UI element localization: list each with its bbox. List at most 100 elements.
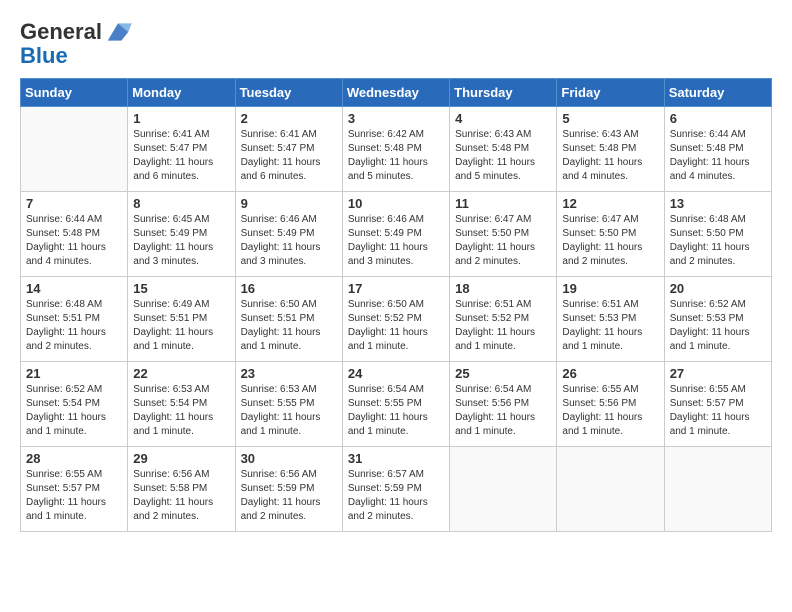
day-number: 20 (670, 281, 766, 296)
weekday-header-friday: Friday (557, 79, 664, 107)
day-number: 29 (133, 451, 229, 466)
week-row-3: 14 Sunrise: 6:48 AM Sunset: 5:51 PM Dayli… (21, 277, 772, 362)
day-info: Sunrise: 6:41 AM Sunset: 5:47 PM Dayligh… (133, 128, 229, 184)
calendar-cell: 5Sunrise: 6:43 AM Sunset: 5:48 PM Daylig… (557, 107, 664, 192)
calendar-cell: 9 Sunrise: 6:46 AM Sunset: 5:49 PM Daylig… (235, 192, 342, 277)
day-info: Sunrise: 6:43 AM Sunset: 5:48 PM Dayligh… (562, 128, 658, 184)
calendar-cell: 19 Sunrise: 6:51 AM Sunset: 5:53 PM Dayli… (557, 277, 664, 362)
day-number: 30 (241, 451, 337, 466)
day-number: 19 (562, 281, 658, 296)
day-info: Sunrise: 6:53 AM Sunset: 5:55 PM Dayligh… (241, 383, 337, 439)
weekday-header-monday: Monday (128, 79, 235, 107)
calendar-cell: 6 Sunrise: 6:44 AM Sunset: 5:48 PM Daylig… (664, 107, 771, 192)
weekday-header-row: SundayMondayTuesdayWednesdayThursdayFrid… (21, 79, 772, 107)
day-number: 16 (241, 281, 337, 296)
weekday-header-tuesday: Tuesday (235, 79, 342, 107)
day-number: 3 (348, 111, 444, 126)
calendar-table: SundayMondayTuesdayWednesdayThursdayFrid… (20, 78, 772, 532)
calendar-cell: 21 Sunrise: 6:52 AM Sunset: 5:54 PM Dayli… (21, 362, 128, 447)
calendar-cell: 26 Sunrise: 6:55 AM Sunset: 5:56 PM Dayli… (557, 362, 664, 447)
calendar-cell: 23 Sunrise: 6:53 AM Sunset: 5:55 PM Dayli… (235, 362, 342, 447)
calendar-cell (450, 447, 557, 532)
day-info: Sunrise: 6:41 AM Sunset: 5:47 PM Dayligh… (241, 128, 337, 184)
day-info: Sunrise: 6:55 AM Sunset: 5:56 PM Dayligh… (562, 383, 658, 439)
day-info: Sunrise: 6:52 AM Sunset: 5:53 PM Dayligh… (670, 298, 766, 354)
day-info: Sunrise: 6:46 AM Sunset: 5:49 PM Dayligh… (348, 213, 444, 269)
day-number: 24 (348, 366, 444, 381)
page-header: General Blue (20, 20, 772, 68)
calendar-cell: 1 Sunrise: 6:41 AM Sunset: 5:47 PM Daylig… (128, 107, 235, 192)
day-info: Sunrise: 6:42 AM Sunset: 5:48 PM Dayligh… (348, 128, 444, 184)
weekday-header-saturday: Saturday (664, 79, 771, 107)
day-info: Sunrise: 6:48 AM Sunset: 5:51 PM Dayligh… (26, 298, 122, 354)
day-info: Sunrise: 6:55 AM Sunset: 5:57 PM Dayligh… (26, 468, 122, 524)
day-number: 6 (670, 111, 766, 126)
day-number: 11 (455, 196, 551, 211)
day-info: Sunrise: 6:46 AM Sunset: 5:49 PM Dayligh… (241, 213, 337, 269)
calendar-cell: 2 Sunrise: 6:41 AM Sunset: 5:47 PM Daylig… (235, 107, 342, 192)
day-info: Sunrise: 6:43 AM Sunset: 5:48 PM Dayligh… (455, 128, 551, 184)
week-row-2: 7Sunrise: 6:44 AM Sunset: 5:48 PM Daylig… (21, 192, 772, 277)
day-number: 4 (455, 111, 551, 126)
day-number: 31 (348, 451, 444, 466)
calendar-cell: 7Sunrise: 6:44 AM Sunset: 5:48 PM Daylig… (21, 192, 128, 277)
calendar-cell: 3 Sunrise: 6:42 AM Sunset: 5:48 PM Daylig… (342, 107, 449, 192)
day-number: 13 (670, 196, 766, 211)
calendar-cell (557, 447, 664, 532)
logo: General Blue (20, 20, 132, 68)
calendar-cell: 25 Sunrise: 6:54 AM Sunset: 5:56 PM Dayli… (450, 362, 557, 447)
calendar-cell: 4 Sunrise: 6:43 AM Sunset: 5:48 PM Daylig… (450, 107, 557, 192)
logo-general: General (20, 20, 102, 44)
day-number: 10 (348, 196, 444, 211)
week-row-1: 1 Sunrise: 6:41 AM Sunset: 5:47 PM Daylig… (21, 107, 772, 192)
day-info: Sunrise: 6:48 AM Sunset: 5:50 PM Dayligh… (670, 213, 766, 269)
calendar-cell: 30Sunrise: 6:56 AM Sunset: 5:59 PM Dayli… (235, 447, 342, 532)
day-info: Sunrise: 6:51 AM Sunset: 5:53 PM Dayligh… (562, 298, 658, 354)
weekday-header-thursday: Thursday (450, 79, 557, 107)
day-info: Sunrise: 6:49 AM Sunset: 5:51 PM Dayligh… (133, 298, 229, 354)
day-number: 21 (26, 366, 122, 381)
day-number: 27 (670, 366, 766, 381)
day-info: Sunrise: 6:57 AM Sunset: 5:59 PM Dayligh… (348, 468, 444, 524)
day-number: 25 (455, 366, 551, 381)
day-number: 8 (133, 196, 229, 211)
calendar-cell: 12Sunrise: 6:47 AM Sunset: 5:50 PM Dayli… (557, 192, 664, 277)
calendar-cell: 14 Sunrise: 6:48 AM Sunset: 5:51 PM Dayli… (21, 277, 128, 362)
weekday-header-wednesday: Wednesday (342, 79, 449, 107)
day-info: Sunrise: 6:47 AM Sunset: 5:50 PM Dayligh… (562, 213, 658, 269)
calendar-cell: 31 Sunrise: 6:57 AM Sunset: 5:59 PM Dayli… (342, 447, 449, 532)
calendar-cell: 16 Sunrise: 6:50 AM Sunset: 5:51 PM Dayli… (235, 277, 342, 362)
day-number: 23 (241, 366, 337, 381)
calendar-cell: 29 Sunrise: 6:56 AM Sunset: 5:58 PM Dayli… (128, 447, 235, 532)
calendar-body: 1 Sunrise: 6:41 AM Sunset: 5:47 PM Daylig… (21, 107, 772, 532)
day-info: Sunrise: 6:50 AM Sunset: 5:51 PM Dayligh… (241, 298, 337, 354)
day-info: Sunrise: 6:51 AM Sunset: 5:52 PM Dayligh… (455, 298, 551, 354)
calendar-cell: 10 Sunrise: 6:46 AM Sunset: 5:49 PM Dayli… (342, 192, 449, 277)
day-info: Sunrise: 6:45 AM Sunset: 5:49 PM Dayligh… (133, 213, 229, 269)
calendar-cell: 28 Sunrise: 6:55 AM Sunset: 5:57 PM Dayli… (21, 447, 128, 532)
day-info: Sunrise: 6:54 AM Sunset: 5:55 PM Dayligh… (348, 383, 444, 439)
day-info: Sunrise: 6:56 AM Sunset: 5:58 PM Dayligh… (133, 468, 229, 524)
day-number: 1 (133, 111, 229, 126)
day-info: Sunrise: 6:50 AM Sunset: 5:52 PM Dayligh… (348, 298, 444, 354)
day-number: 2 (241, 111, 337, 126)
day-info: Sunrise: 6:44 AM Sunset: 5:48 PM Dayligh… (670, 128, 766, 184)
day-number: 28 (26, 451, 122, 466)
calendar-cell: 13 Sunrise: 6:48 AM Sunset: 5:50 PM Dayli… (664, 192, 771, 277)
day-number: 26 (562, 366, 658, 381)
day-info: Sunrise: 6:54 AM Sunset: 5:56 PM Dayligh… (455, 383, 551, 439)
day-info: Sunrise: 6:53 AM Sunset: 5:54 PM Dayligh… (133, 383, 229, 439)
day-number: 7 (26, 196, 122, 211)
calendar-cell: 11Sunrise: 6:47 AM Sunset: 5:50 PM Dayli… (450, 192, 557, 277)
day-number: 14 (26, 281, 122, 296)
weekday-header-sunday: Sunday (21, 79, 128, 107)
calendar-cell: 24 Sunrise: 6:54 AM Sunset: 5:55 PM Dayli… (342, 362, 449, 447)
day-number: 15 (133, 281, 229, 296)
logo-blue: Blue (20, 44, 132, 68)
day-info: Sunrise: 6:52 AM Sunset: 5:54 PM Dayligh… (26, 383, 122, 439)
week-row-4: 21 Sunrise: 6:52 AM Sunset: 5:54 PM Dayli… (21, 362, 772, 447)
calendar-cell: 15 Sunrise: 6:49 AM Sunset: 5:51 PM Dayli… (128, 277, 235, 362)
day-number: 22 (133, 366, 229, 381)
day-number: 9 (241, 196, 337, 211)
day-number: 17 (348, 281, 444, 296)
